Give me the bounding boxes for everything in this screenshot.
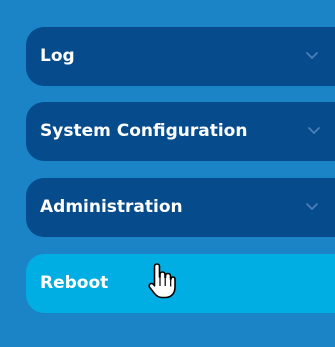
- sidebar-item-reboot[interactable]: Reboot: [26, 254, 335, 313]
- chevron-down-icon: [308, 127, 320, 134]
- sidebar-menu: Log System Configuration Administration …: [0, 0, 335, 347]
- sidebar-item-label: Reboot: [40, 273, 109, 293]
- sidebar-item-label: Administration: [40, 197, 183, 217]
- chevron-down-icon: [306, 203, 318, 210]
- sidebar-item-label: Log: [40, 46, 75, 66]
- chevron-down-icon: [306, 52, 318, 59]
- hand-pointer-icon: [148, 263, 176, 299]
- sidebar-item-system-configuration[interactable]: System Configuration: [26, 102, 335, 161]
- sidebar-item-label: System Configuration: [40, 121, 248, 141]
- sidebar-item-log[interactable]: Log: [26, 27, 335, 86]
- sidebar-item-administration[interactable]: Administration: [26, 178, 335, 237]
